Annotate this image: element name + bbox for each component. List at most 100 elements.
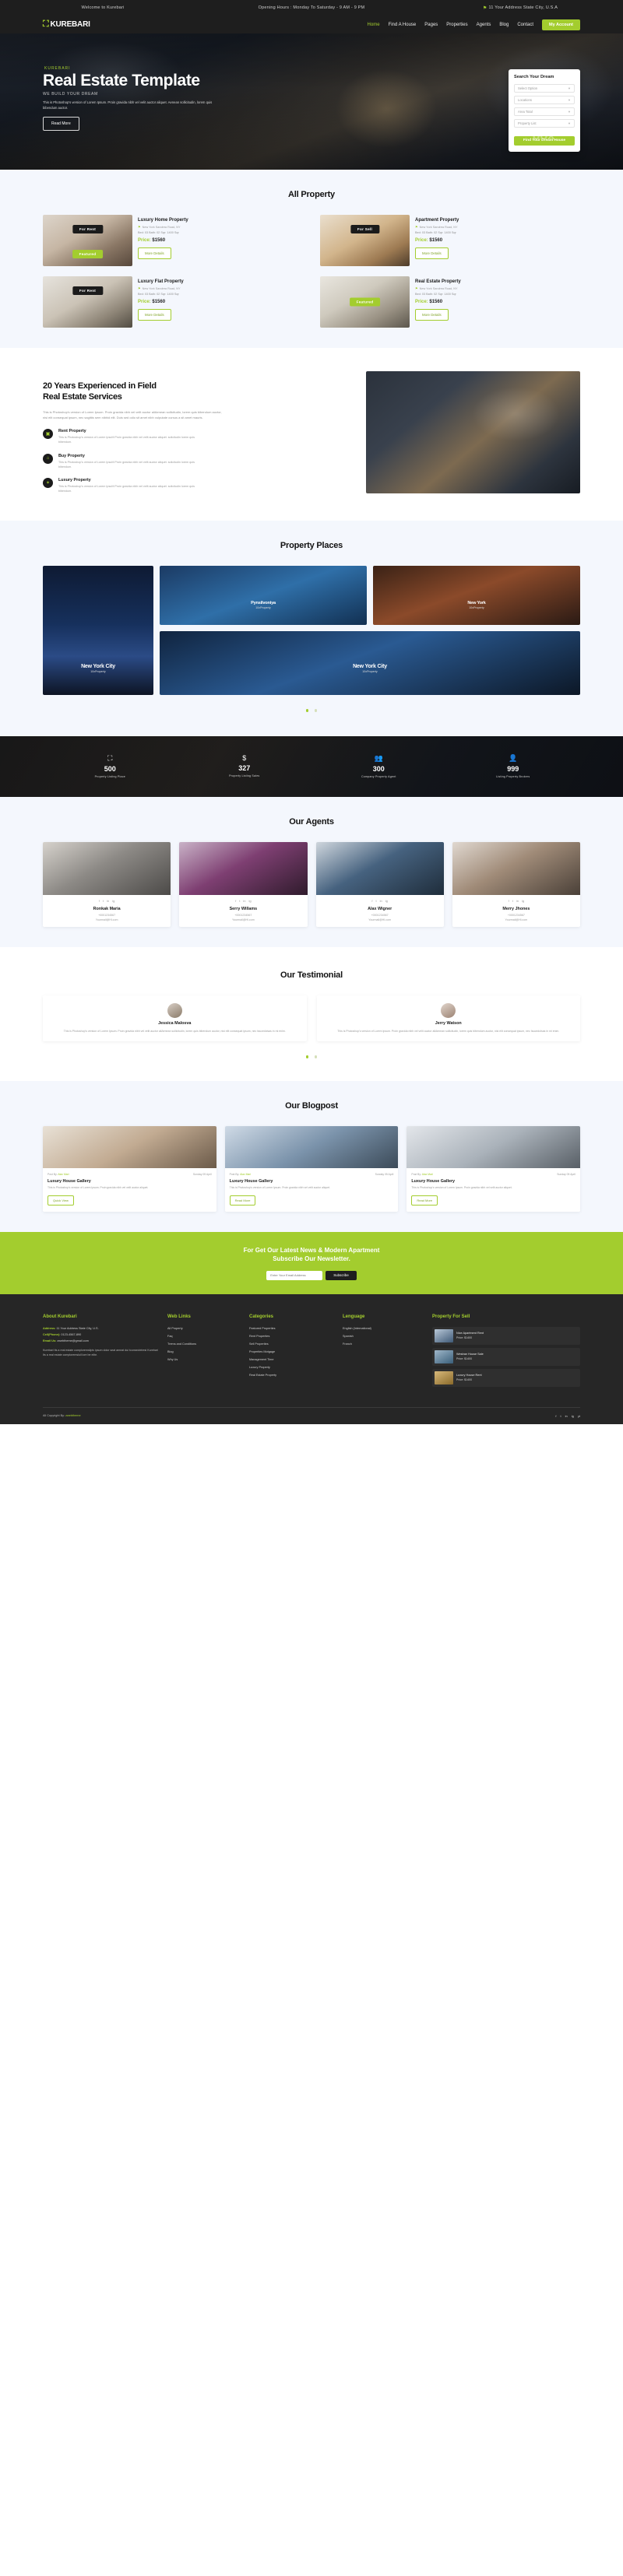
footer-cat-sell[interactable]: Sell Properties [249,1342,335,1346]
property-card[interactable]: For Rent Featured Luxury Home Property ⚑… [43,215,303,266]
footer-lang-english[interactable]: English (International) [343,1327,424,1330]
carousel-dot-2[interactable] [314,1055,318,1058]
logo-text: KUREBARI [50,20,90,29]
nav-item-agents[interactable]: Agents [477,23,491,27]
my-account-button[interactable]: My Account [542,19,580,30]
newsletter-email-input[interactable] [266,1270,323,1280]
facebook-icon[interactable]: f [555,1414,556,1418]
facebook-icon[interactable]: f [371,899,372,903]
linkedin-icon[interactable]: in [243,899,245,903]
linkedin-icon[interactable]: in [516,899,519,903]
nav-item-home[interactable]: Home [368,23,380,27]
property-location-text: New York Sandrea Road, NY [419,286,458,290]
agent-card[interactable]: f t in ig Ronkak Maria +0001234567 Yourm… [43,841,171,927]
linkedin-icon[interactable]: in [380,899,382,903]
agent-card[interactable]: f t in ig Alax Wigner +0001234567 Yourma… [315,841,444,927]
property-card[interactable]: For Rent Luxury Flat Property ⚑ New York… [43,276,303,328]
footer-link-why-us[interactable]: Why Us [167,1358,241,1361]
blog-read-button[interactable]: Quick View [48,1195,74,1206]
topbar-welcome: Welcome to Kurebari [81,5,125,10]
blog-card[interactable]: Post By: Alax Mari Sunday 05 April Luxur… [224,1125,399,1212]
footer-cat-management[interactable]: Management Time [249,1358,335,1361]
property-details-button[interactable]: More Details [415,247,449,259]
footer-property-price: Price: $1400 [456,1378,473,1382]
search-select-option[interactable]: Select Option ▼ [514,84,575,93]
footer-cat-featured[interactable]: Featured Properties [249,1327,335,1330]
footer-property-item[interactable]: Luxury House Rent Price: $1400 [432,1368,580,1387]
facebook-icon[interactable]: f [235,899,236,903]
twitter-icon[interactable]: t [103,899,104,903]
property-details-button[interactable]: More Details [138,309,171,321]
footer-lang-french[interactable]: Franch [343,1342,424,1346]
footer-cat-rent[interactable]: Rent Properties [249,1335,335,1338]
property-price-value: $1560 [429,238,443,243]
blog-card[interactable]: Post By: Alax Mari Sunday 05 April Luxur… [407,1125,580,1212]
instagram-icon[interactable]: ig [522,899,524,903]
footer-cat-mortgage[interactable]: Properties Motgage [249,1350,335,1353]
footer-link-terms[interactable]: Trems and Conditions [167,1342,241,1346]
footer-property-item[interactable]: Nice Apartment Rent Price: $1400 [432,1326,580,1345]
footer-link-faq[interactable]: Faq [167,1335,241,1338]
agent-card[interactable]: f t in ig Merry Jhones +0001234567 Yourm… [452,841,580,927]
property-details-button[interactable]: More Details [415,309,449,321]
blog-read-button[interactable]: Read More [229,1195,256,1206]
instagram-icon[interactable]: ig [572,1414,574,1418]
site-logo[interactable]: ⛶ KUREBARI [43,20,90,30]
search-locations[interactable]: Locations ▼ [514,96,575,104]
carousel-dot-2[interactable] [314,709,318,712]
nav-item-blog[interactable]: Blog [499,23,509,27]
youtube-icon[interactable]: yt [578,1414,580,1418]
footer-property-for-sell: Property For Sell Nice Apartment Rent Pr… [432,1314,580,1390]
search-property-list[interactable]: Property List ▼ [514,119,575,128]
footer-link-blog[interactable]: Blog [167,1350,241,1353]
nav-item-pages[interactable]: Pages [424,23,438,27]
stat-label: Property Listing Place [94,775,125,779]
footer-cat-real-estate[interactable]: Real Estate Property [249,1374,335,1377]
property-card[interactable]: Featured Real Estate Property ⚑ New York… [320,276,580,328]
linkedin-icon[interactable]: in [107,899,109,903]
instagram-icon[interactable]: ig [249,899,252,903]
property-details-button[interactable]: More Details [138,247,171,259]
carousel-dot-1[interactable] [305,709,309,712]
hero-read-more-button[interactable]: Read More [43,117,79,132]
instagram-icon[interactable]: ig [112,899,114,903]
place-card-pynsilvoniya[interactable]: Pynsilvoniya 10xProperty [160,565,367,625]
property-price: Price: $1560 [138,300,184,304]
nav-item-properties[interactable]: Properties [446,23,467,27]
twitter-icon[interactable]: t [512,899,513,903]
place-card-new-york-city[interactable]: New York City 10xProperty [160,630,580,695]
nav-item-find-a-house[interactable]: Find A House [389,23,417,27]
property-meta: Bed: 03 Bath: 02 Sqr: 1400 Sqr [138,231,179,234]
twitter-icon[interactable]: t [376,899,377,903]
agent-photo [315,841,444,895]
footer-property-item[interactable]: Westran House Sale Price: $1400 [432,1347,580,1366]
property-featured-badge: Featured [349,297,381,307]
place-card-new-york-city-large[interactable]: New York City 10xProperty [43,565,153,695]
agent-phone: +0001234567 [507,913,525,917]
linkedin-icon[interactable]: in [565,1414,568,1418]
instagram-icon[interactable]: ig [385,899,388,903]
place-caption: New York 10xProperty [373,601,580,609]
carousel-dot-1[interactable] [305,1055,309,1058]
facebook-icon[interactable]: f [99,899,100,903]
property-card[interactable]: For Sell Apartment Property ⚑ New York S… [320,215,580,266]
nav-item-contact[interactable]: Contact [517,23,533,27]
blog-read-button[interactable]: Read More [411,1195,438,1206]
property-location: ⚑ New York Sandrea Road, NY [415,286,461,290]
footer-link-all-property[interactable]: All Property [167,1327,241,1330]
footer-lang-spanish[interactable]: Spanish [343,1335,424,1338]
footer-cat-luxury[interactable]: Luxury Property [249,1366,335,1369]
search-area-total-value: Area Total [518,110,533,114]
blog-post-title: Luxury House Gallery [411,1178,456,1184]
place-card-new-york[interactable]: New York 10xProperty [373,565,580,625]
twitter-icon[interactable]: t [239,899,240,903]
agent-card[interactable]: f t in ig Serry Willams +0001234567 Your… [179,841,308,927]
newsletter-subscribe-button[interactable]: Subscribe [326,1270,357,1280]
footer-property-title: Westran House Sale [456,1353,484,1356]
search-area-total[interactable]: Area Total ▼ [514,107,575,116]
blog-author: Post By: Alax Mari [48,1172,69,1176]
blog-card[interactable]: Post By: Alax Mari Sunday 05 April Luxur… [43,1125,216,1212]
stat-label: Company Property Agent [361,775,396,779]
blog-image [407,1125,580,1168]
blog-image [224,1125,399,1168]
